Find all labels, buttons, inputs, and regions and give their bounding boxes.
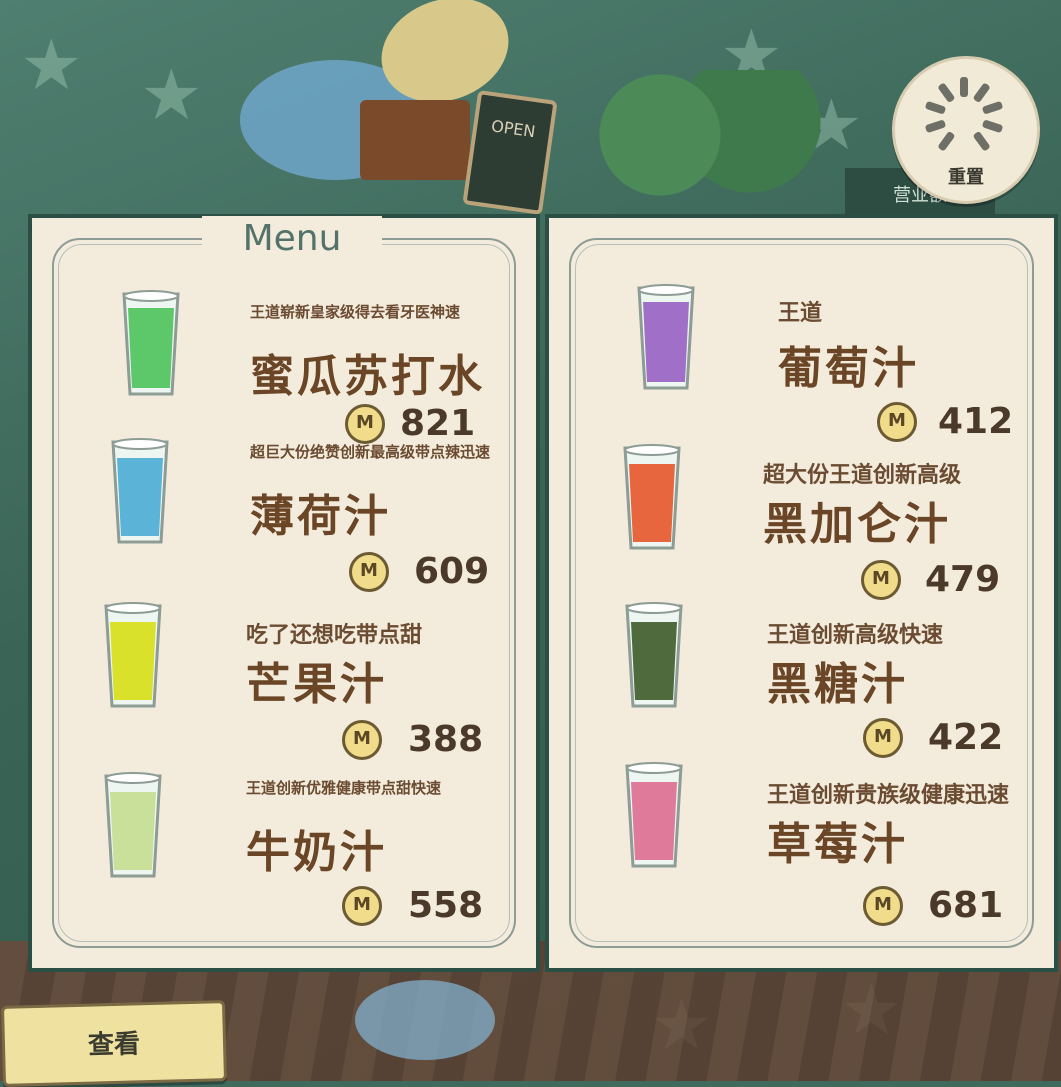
- item-price: 422: [928, 717, 1004, 758]
- stool: [355, 980, 495, 1060]
- loading-spinner-icon: [925, 77, 1003, 151]
- blackcurrant-juice-glass-icon: [623, 444, 681, 550]
- coin-icon: M: [877, 402, 917, 442]
- item-name: 芒果汁: [246, 659, 387, 710]
- item-name: 葡萄汁: [778, 343, 919, 394]
- melon-soda-liquid: [128, 308, 174, 388]
- item-price: 558: [408, 885, 484, 926]
- item-name: 蜜瓜苏打水: [250, 351, 485, 402]
- item-name: 薄荷汁: [250, 491, 391, 542]
- item-price: 479: [925, 559, 1001, 600]
- milk-juice-glass-icon: [104, 772, 162, 878]
- item-description: 吃了还想吃带点甜: [246, 623, 423, 648]
- grape-juice-glass-icon: [637, 284, 695, 390]
- coin-icon: M: [863, 886, 903, 926]
- phonograph-base: [360, 100, 470, 180]
- coin-icon: M: [349, 552, 389, 592]
- menu-item-grape-juice[interactable]: 王道 葡萄汁 M 412: [549, 218, 1054, 442]
- open-sign: OPEN: [462, 89, 558, 216]
- item-description: 王道: [778, 301, 823, 326]
- item-price: 609: [414, 551, 490, 592]
- strawberry-juice-glass-icon: [625, 762, 683, 868]
- item-name: 草莓汁: [767, 819, 908, 870]
- item-description: 超巨大份绝赞创新最高级带点辣迅速: [250, 443, 491, 461]
- star-decoration: ★: [140, 54, 203, 136]
- coin-icon: M: [342, 720, 382, 760]
- menu-item-brown-sugar-juice[interactable]: 王道创新高级快速 黑糖汁 M 422: [549, 598, 1054, 758]
- menu-item-blackcurrant-juice[interactable]: 超大份王道创新高级 黑加仑汁 M 479: [549, 438, 1054, 600]
- item-name: 黑加仑汁: [763, 499, 951, 550]
- menu-item-milk-juice[interactable]: 王道创新优雅健康带点甜快速 牛奶汁 M 558: [32, 768, 536, 938]
- menu-item-melon-soda[interactable]: 王道崭新皇家级得去看牙医神速 蜜瓜苏打水 M 821: [32, 218, 536, 444]
- coin-icon: M: [861, 560, 901, 600]
- coin-icon: M: [342, 886, 382, 926]
- coin-icon: M: [863, 718, 903, 758]
- menu-item-mint-juice[interactable]: 超巨大份绝赞创新最高级带点辣迅速 薄荷汁 M 609: [32, 428, 536, 598]
- brown-sugar-juice-glass-icon: [625, 602, 683, 708]
- star-decoration: ★: [20, 24, 83, 106]
- view-button-label: 查看: [87, 1029, 141, 1061]
- melon-soda-glass-icon: [122, 290, 180, 396]
- item-price: 412: [938, 401, 1014, 442]
- menu-item-strawberry-juice[interactable]: 王道创新贵族级健康迅速 草莓汁 M 681: [549, 758, 1054, 928]
- item-description: 王道创新贵族级健康迅速: [767, 783, 1010, 808]
- item-description: 王道创新优雅健康带点甜快速: [246, 779, 442, 797]
- reset-label: 重置: [948, 167, 984, 188]
- item-description: 王道崭新皇家级得去看牙医神速: [250, 303, 461, 321]
- plant-decoration: [540, 70, 840, 200]
- item-price: 388: [408, 719, 484, 760]
- menu-panel-left: Menu 王道崭新皇家级得去看牙医神速 蜜瓜苏打水 M 821 超巨大份绝赞创新…: [28, 214, 540, 972]
- menu-panel-right: 王道 葡萄汁 M 412 超大份王道创新高级 黑加仑汁 M 479 王道创新高级…: [545, 214, 1058, 972]
- menu-item-mango-juice[interactable]: 吃了还想吃带点甜 芒果汁 M 388: [32, 598, 536, 760]
- reset-button[interactable]: 重置: [892, 56, 1040, 204]
- view-button[interactable]: 查看: [0, 1000, 228, 1087]
- item-description: 超大份王道创新高级: [763, 463, 962, 488]
- item-name: 黑糖汁: [767, 659, 908, 710]
- item-price: 681: [928, 885, 1004, 926]
- item-description: 王道创新高级快速: [767, 623, 944, 648]
- item-name: 牛奶汁: [246, 827, 387, 878]
- mango-juice-glass-icon: [104, 602, 162, 708]
- mint-juice-glass-icon: [111, 438, 169, 544]
